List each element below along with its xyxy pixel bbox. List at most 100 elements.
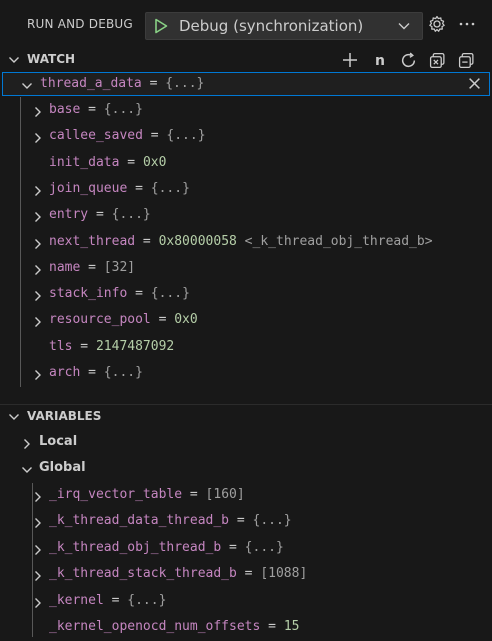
watch-child-row[interactable]: name = [32] <box>0 256 492 282</box>
equals-sign: = <box>72 338 96 354</box>
watch-child-row[interactable]: resource_pool = 0x0 <box>0 308 492 334</box>
equals-sign: = <box>182 487 206 502</box>
variable-value: [1088] <box>260 566 308 582</box>
variable-name: init_data <box>49 154 120 170</box>
more-actions-icon[interactable] <box>458 15 476 33</box>
add-expression-icon[interactable] <box>342 52 358 68</box>
view-title: RUN AND DEBUG <box>27 17 133 31</box>
equals-sign: = <box>150 312 175 328</box>
variable-row[interactable]: _kernel = {...} <box>0 589 492 615</box>
variable-row[interactable]: _irq_vector_table = [160] <box>0 483 492 509</box>
close-icon[interactable] <box>468 77 481 90</box>
variable-expression: _k_thread_obj_thread_b = {...} <box>49 540 284 555</box>
variable-value: 0x0 <box>142 154 167 170</box>
variable-row[interactable]: _k_thread_obj_thread_b = {...} <box>0 536 492 562</box>
chevron-right-icon[interactable] <box>21 438 33 450</box>
chevron-right-icon[interactable] <box>32 597 44 609</box>
start-debug-icon[interactable] <box>154 18 168 34</box>
watch-section-title: WATCH <box>27 52 76 66</box>
watch-section-header[interactable]: WATCH n <box>0 49 492 71</box>
chevron-down-icon[interactable] <box>21 464 33 476</box>
variable-expression: name = [32] <box>49 260 135 275</box>
variable-value: {...} <box>166 128 206 144</box>
watch-root-expression: thread_a_data = {...} <box>40 76 205 91</box>
chevron-down-icon[interactable] <box>8 411 20 423</box>
remove-all-expressions-icon[interactable] <box>429 52 446 69</box>
chevron-right-icon[interactable] <box>32 517 44 529</box>
scope-global-label: Global <box>39 460 86 475</box>
watch-root-row[interactable]: thread_a_data = {...} <box>0 72 492 98</box>
chevron-right-icon[interactable] <box>32 132 44 144</box>
variable-value: {...} <box>150 286 190 302</box>
variable-name: tls <box>49 338 73 354</box>
variable-name: resource_pool <box>49 312 151 328</box>
chevron-down-icon[interactable] <box>397 19 411 33</box>
variable-expression: resource_pool = 0x0 <box>49 312 198 327</box>
equals-sign: = <box>221 539 245 555</box>
svg-text:n: n <box>375 53 385 68</box>
variable-value: {...} <box>127 592 167 608</box>
gear-icon[interactable] <box>428 15 446 33</box>
variable-row[interactable]: _k_thread_stack_thread_b = [1088] <box>0 562 492 588</box>
variable-row[interactable]: _kernel_openocd_num_offsets = 15 <box>0 615 492 641</box>
chevron-right-icon[interactable] <box>32 290 44 302</box>
scope-local-label: Local <box>39 434 78 449</box>
chevron-right-icon[interactable] <box>32 185 44 197</box>
equals-sign: = <box>229 513 253 529</box>
chevron-right-icon[interactable] <box>32 570 44 582</box>
chevron-right-icon[interactable] <box>32 491 44 503</box>
variable-name: entry <box>49 207 89 223</box>
watch-child-row[interactable]: next_thread = 0x80000058 <_k_thread_obj_… <box>0 230 492 256</box>
chevron-right-icon[interactable] <box>32 316 44 328</box>
watch-child-row[interactable]: callee_saved = {...} <box>0 124 492 150</box>
variable-name: name <box>49 259 81 275</box>
chevron-right-icon[interactable] <box>32 211 44 223</box>
variable-name: _kernel <box>49 592 104 608</box>
section-divider <box>0 404 492 405</box>
watch-child-row[interactable]: join_queue = {...} <box>0 177 492 203</box>
variable-expression: stack_info = {...} <box>49 286 190 301</box>
watch-child-row[interactable]: tls = 2147487092 <box>0 335 492 361</box>
debug-config-dropdown[interactable]: Debug (synchronization) <box>145 12 423 40</box>
refresh-icon[interactable] <box>400 52 417 69</box>
watch-child-row[interactable]: stack_info = {...} <box>0 282 492 308</box>
watch-child-row[interactable]: entry = {...} <box>0 203 492 229</box>
variable-expression: _k_thread_stack_thread_b = [1088] <box>49 566 307 581</box>
variables-section-header[interactable]: VARIABLES <box>0 406 492 428</box>
chevron-right-icon[interactable] <box>32 238 44 250</box>
watch-child-row[interactable]: init_data = 0x0 <box>0 151 492 177</box>
scope-local-row[interactable]: Local <box>0 430 492 456</box>
variable-expression: tls = 2147487092 <box>49 339 174 354</box>
scope-global-row[interactable]: Global <box>0 456 492 482</box>
chevron-right-icon[interactable] <box>32 369 44 381</box>
chevron-down-icon[interactable] <box>8 54 20 66</box>
equals-sign: = <box>103 592 128 608</box>
watch-child-row[interactable]: arch = {...} <box>0 361 492 387</box>
variable-value: {...} <box>244 539 284 555</box>
equals-sign: = <box>88 207 112 223</box>
variable-row[interactable]: _k_thread_data_thread_b = {...} <box>0 509 492 535</box>
collapse-all-icon[interactable] <box>458 52 475 69</box>
variable-value: {...} <box>103 365 143 380</box>
hex-format-icon[interactable]: n <box>373 52 389 68</box>
variable-name: callee_saved <box>49 128 143 144</box>
variable-name: _kernel_openocd_num_offsets <box>49 619 261 634</box>
variable-name: arch <box>49 365 81 380</box>
chevron-down-icon[interactable] <box>21 80 33 92</box>
equals-sign: = <box>80 365 104 380</box>
equals-sign: = <box>260 619 284 634</box>
variable-expression: arch = {...} <box>49 365 143 380</box>
variable-name: base <box>49 102 81 117</box>
variable-value: [32] <box>103 259 136 275</box>
variables-section-title: VARIABLES <box>27 409 102 423</box>
equals-sign: = <box>135 233 159 249</box>
variable-value: 0x0 <box>174 312 198 328</box>
variable-name: _k_thread_stack_thread_b <box>49 566 237 582</box>
equals-sign: = <box>80 102 104 117</box>
watch-child-row[interactable]: base = {...} <box>0 98 492 124</box>
chevron-right-icon[interactable] <box>32 264 44 276</box>
debug-config-label: Debug (synchronization) <box>179 17 364 35</box>
chevron-right-icon[interactable] <box>32 544 44 556</box>
equals-sign: = <box>127 286 151 302</box>
chevron-right-icon[interactable] <box>32 106 44 118</box>
